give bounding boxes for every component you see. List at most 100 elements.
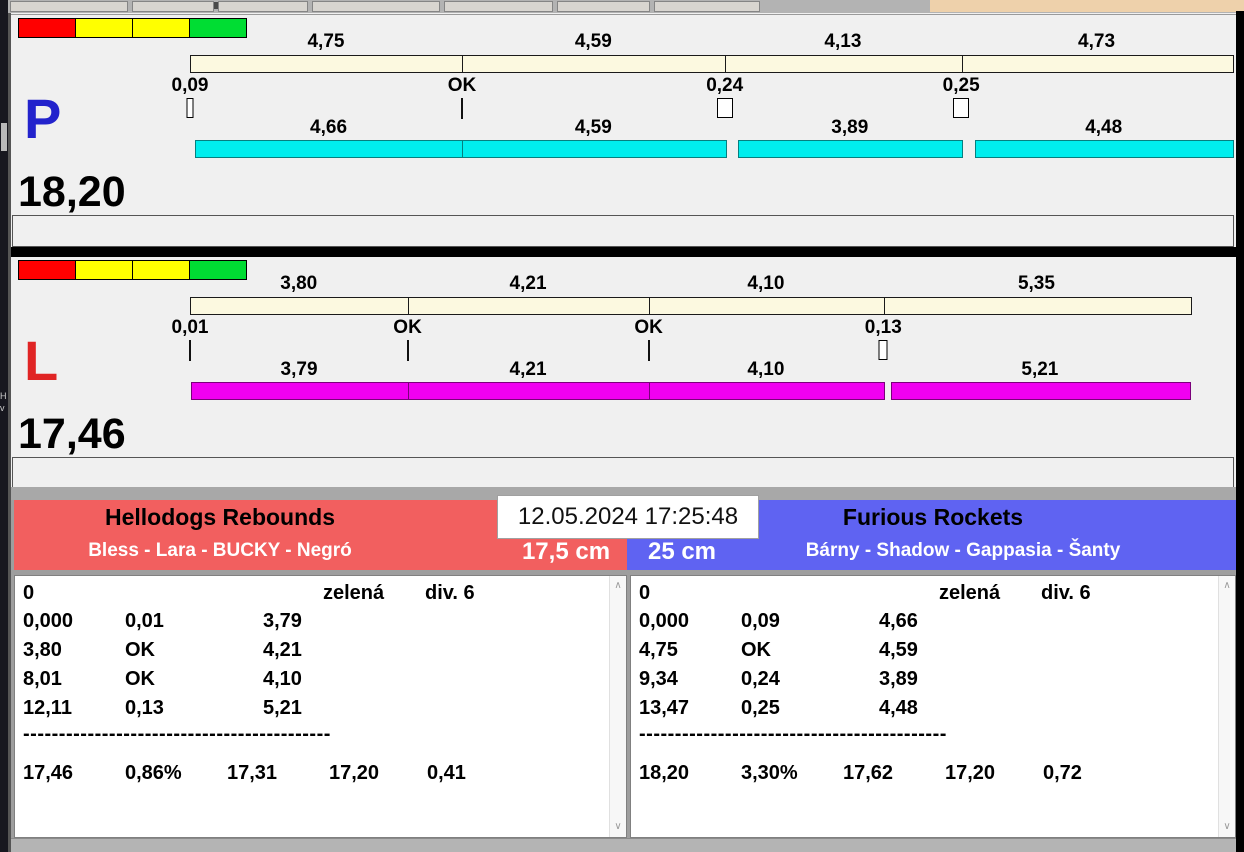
indicator-block bbox=[18, 260, 76, 280]
background-accent-strip bbox=[930, 0, 1244, 12]
measurement-row: 3,80 OK 4,21 bbox=[15, 639, 606, 667]
jump-height-left: 17,5 cm bbox=[521, 538, 611, 565]
background-scrollbar-thumb[interactable] bbox=[1, 123, 7, 151]
indicator-block bbox=[132, 260, 190, 280]
scroll-up-icon[interactable]: ∧ bbox=[610, 578, 626, 594]
background-tab[interactable] bbox=[10, 1, 128, 12]
status-indicator bbox=[18, 18, 247, 38]
lane-divider bbox=[11, 247, 1236, 257]
status-indicator bbox=[18, 260, 247, 280]
measurement-value: OK bbox=[125, 668, 155, 690]
measurement-row: 13,47 0,25 4,48 bbox=[631, 697, 1215, 725]
info-row: 0 zelená div. 6 bbox=[631, 582, 1215, 610]
lane-total: 17,46 bbox=[18, 410, 126, 458]
target-segment-label: 4,10 bbox=[747, 273, 785, 294]
indicator-block bbox=[18, 18, 76, 38]
color-label: zelená bbox=[323, 582, 385, 604]
table-scrollbar[interactable]: ∧ ∨ bbox=[1218, 576, 1235, 837]
scroll-down-icon[interactable]: ∨ bbox=[610, 819, 626, 835]
measured-segment-label: 4,59 bbox=[574, 117, 612, 138]
gap-label: 0,24 bbox=[706, 75, 744, 96]
total-value: 17,46 bbox=[23, 762, 74, 784]
team-name-right: Furious Rockets bbox=[842, 504, 1024, 530]
total-value: 18,20 bbox=[639, 762, 690, 784]
total-value: 0,86% bbox=[125, 762, 182, 784]
measurement-value: 13,47 bbox=[639, 697, 690, 719]
background-tab[interactable] bbox=[557, 1, 650, 12]
lane-P: P 18,20 4,75 0,09 4,66 4,59 OK 4,59 4,13 0,24 3,… bbox=[11, 14, 1236, 248]
scroll-down-icon[interactable]: ∨ bbox=[1219, 819, 1235, 835]
segment-tick bbox=[462, 56, 464, 72]
target-segment-label: 4,75 bbox=[307, 31, 345, 52]
gap-label: OK bbox=[634, 317, 663, 338]
target-length-track bbox=[190, 55, 1234, 73]
target-segment-label: 4,59 bbox=[574, 31, 612, 52]
separator-row: ----------------------------------------… bbox=[23, 723, 331, 745]
measurement-value: 3,80 bbox=[23, 639, 62, 661]
gap-marker bbox=[878, 340, 888, 360]
lane-L: L 17,46 3,80 0,01 3,79 4,21 OK 4,21 4,10 OK 4,10… bbox=[11, 257, 1236, 490]
scroll-up-icon[interactable]: ∧ bbox=[1219, 578, 1235, 594]
measurement-value: 8,01 bbox=[23, 668, 62, 690]
measured-bar bbox=[648, 382, 886, 400]
measurement-value: 4,59 bbox=[879, 639, 918, 661]
gap-marker bbox=[953, 98, 970, 118]
measurement-value: 4,75 bbox=[639, 639, 678, 661]
measured-bar bbox=[195, 140, 464, 158]
measured-segment-label: 3,79 bbox=[280, 359, 318, 380]
background-tab[interactable] bbox=[218, 1, 308, 12]
target-segment-label: 4,21 bbox=[509, 273, 547, 294]
segment-tick bbox=[883, 298, 885, 314]
background-tab[interactable] bbox=[312, 1, 440, 12]
measurement-value: 0,24 bbox=[741, 668, 780, 690]
measurement-value: OK bbox=[741, 639, 771, 661]
measurement-value: 0,09 bbox=[741, 610, 780, 632]
lane-letter: L bbox=[24, 329, 59, 392]
target-segment-label: 4,13 bbox=[824, 31, 862, 52]
start-value: 0 bbox=[639, 582, 651, 604]
background-tab[interactable] bbox=[654, 1, 760, 12]
color-label: zelená bbox=[939, 582, 1001, 604]
measured-segment-label: 3,89 bbox=[831, 117, 869, 138]
totals-row: 18,20 3,30% 17,62 17,20 0,72 bbox=[631, 762, 1215, 790]
gap-marker bbox=[647, 340, 650, 361]
measured-bar bbox=[975, 140, 1234, 158]
total-value: 0,41 bbox=[427, 762, 466, 784]
gap-label: OK bbox=[393, 317, 422, 338]
measurement-value: 0,13 bbox=[125, 697, 164, 719]
measurement-value: OK bbox=[125, 639, 155, 661]
measurement-value: 0,25 bbox=[741, 697, 780, 719]
measurement-value: 4,21 bbox=[263, 639, 302, 661]
measurement-value: 4,66 bbox=[879, 610, 918, 632]
measured-segment-label: 4,66 bbox=[310, 117, 348, 138]
window-bottom-strip bbox=[11, 838, 1236, 852]
measurement-row: 0,000 0,01 3,79 bbox=[15, 610, 606, 638]
segment-tick bbox=[408, 298, 410, 314]
datetime-display: 12.05.2024 17:25:48 bbox=[497, 495, 759, 539]
gap-label: 0,25 bbox=[942, 75, 980, 96]
measurement-value: 0,000 bbox=[23, 610, 74, 632]
measured-bar bbox=[461, 140, 727, 158]
measurement-value: 0,01 bbox=[125, 610, 164, 632]
gap-label: OK bbox=[447, 75, 477, 96]
table-scrollbar[interactable]: ∧ ∨ bbox=[609, 576, 626, 837]
measured-bar bbox=[190, 382, 410, 400]
total-value: 3,30% bbox=[741, 762, 798, 784]
gap-marker bbox=[186, 98, 194, 118]
gap-label: 0,13 bbox=[864, 317, 902, 338]
target-length-track bbox=[190, 297, 1192, 315]
measured-bar bbox=[890, 382, 1191, 400]
measurement-value: 4,10 bbox=[263, 668, 302, 690]
total-value: 17,20 bbox=[329, 762, 380, 784]
measurement-row: 8,01 OK 4,10 bbox=[15, 668, 606, 696]
target-segment-label: 5,35 bbox=[1017, 273, 1055, 294]
team-players-right: Bárny - Shadow - Gappasia - Šanty bbox=[805, 540, 1121, 561]
measured-bar bbox=[738, 140, 964, 158]
indicator-block bbox=[75, 18, 133, 38]
background-tab[interactable] bbox=[444, 1, 553, 12]
background-tab[interactable] bbox=[132, 1, 214, 12]
segment-tick bbox=[961, 56, 963, 72]
window-right-border bbox=[1236, 11, 1244, 852]
indicator-block bbox=[189, 18, 247, 38]
team-name-left: Hellodogs Rebounds bbox=[105, 504, 335, 530]
